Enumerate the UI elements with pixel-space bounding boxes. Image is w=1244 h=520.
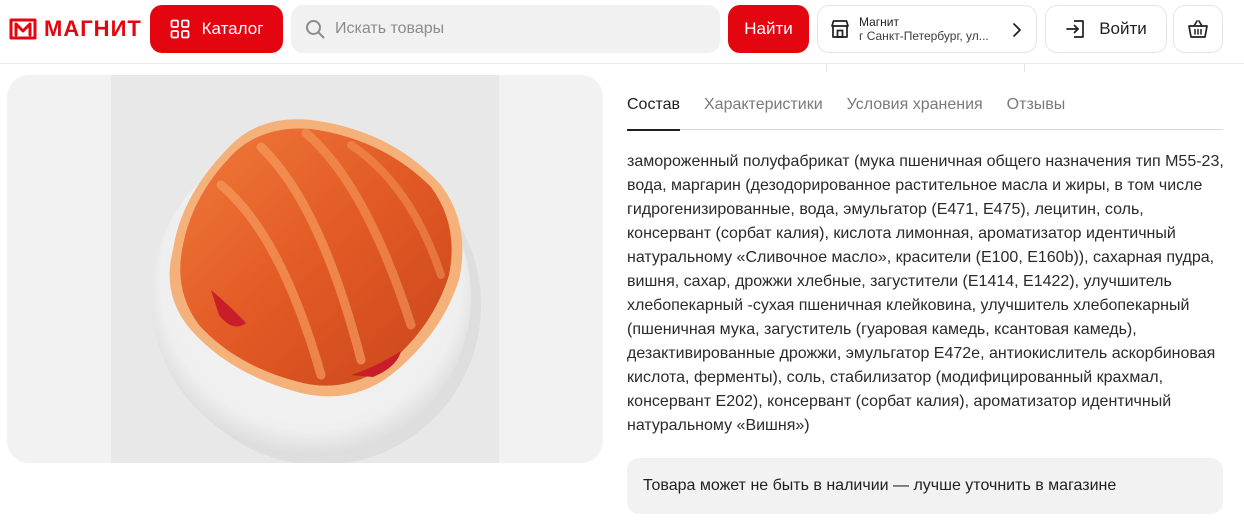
tab-storage-conditions[interactable]: Условия хранения xyxy=(847,92,983,130)
find-button[interactable]: Найти xyxy=(728,5,809,53)
product-image-card[interactable] xyxy=(7,75,603,463)
catalog-button[interactable]: Каталог xyxy=(150,5,283,53)
store-selector[interactable]: Магнит г Санкт-Петербург, ул... xyxy=(817,5,1037,53)
pastry-image xyxy=(111,75,499,463)
site-header: МАГНИТ Каталог Найти Магнит г Санкт-Пете… xyxy=(0,0,1244,64)
chevron-right-icon xyxy=(1013,23,1021,37)
composition-text: замороженный полуфабрикат (мука пшенична… xyxy=(627,153,1224,434)
magnit-logo[interactable]: МАГНИТ xyxy=(8,14,142,44)
search-icon xyxy=(306,20,325,39)
grid-icon xyxy=(170,19,189,39)
store-name: Магнит xyxy=(859,15,900,29)
store-address: г Санкт-Петербург, ул... xyxy=(859,29,989,43)
store-icon xyxy=(831,20,849,38)
search-bar[interactable] xyxy=(291,5,720,53)
login-label: Войти xyxy=(1099,19,1147,38)
search-input[interactable] xyxy=(335,20,695,38)
basket-icon xyxy=(1188,20,1208,38)
catalog-label: Каталог xyxy=(201,19,264,38)
login-icon xyxy=(1066,20,1085,38)
magnit-logo-icon xyxy=(9,18,37,40)
logo-text: МАГНИТ xyxy=(44,16,142,41)
tab-characteristics[interactable]: Характеристики xyxy=(704,92,823,130)
tab-reviews[interactable]: Отзывы xyxy=(1007,92,1066,130)
product-photo xyxy=(111,75,499,463)
divider xyxy=(826,64,827,72)
notice-text: Товара может не быть в наличии — лучше у… xyxy=(643,477,1117,494)
tab-composition[interactable]: Состав xyxy=(627,92,680,131)
cart-button[interactable] xyxy=(1173,5,1223,53)
login-button[interactable]: Войти xyxy=(1045,5,1167,53)
product-tabs: Состав Характеристики Условия хранения О… xyxy=(627,92,1223,131)
find-label: Найти xyxy=(744,19,793,38)
availability-notice: Товара может не быть в наличии — лучше у… xyxy=(627,458,1223,514)
divider xyxy=(1024,64,1025,72)
